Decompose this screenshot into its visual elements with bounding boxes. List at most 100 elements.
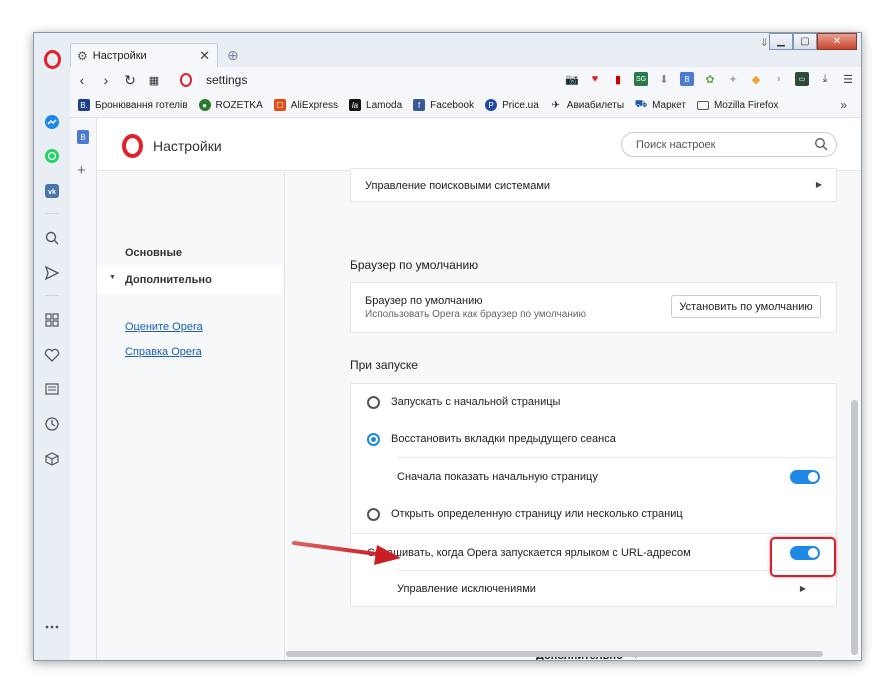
bookmark-item[interactable]: ● ROZETKA — [198, 99, 263, 111]
horizontal-scrollbar[interactable] — [286, 651, 853, 658]
plane-icon: ✈ — [551, 99, 560, 111]
extension-red-icon[interactable]: ▮ — [611, 72, 625, 86]
opera-sidebar: vk — [34, 33, 70, 660]
bookmark-item[interactable]: ⛟ Маркет — [635, 99, 686, 111]
bookmark-item[interactable]: ☐ AliExpress — [273, 99, 338, 111]
startup-option-start-page[interactable]: Запускать с начальной страницы — [351, 391, 836, 413]
tab-menu-icon[interactable]: ⇓ — [760, 36, 769, 49]
downloads-icon[interactable]: ⤓ — [818, 72, 832, 86]
vk-icon[interactable]: vk — [43, 182, 61, 200]
default-browser-card: Браузер по умолчанию Использовать Opera … — [350, 282, 837, 333]
chevron-right-icon: ▶ — [799, 584, 806, 593]
url-field[interactable]: settings — [206, 73, 247, 87]
bookmark-item[interactable]: Mozilla Firefox — [696, 100, 778, 111]
workspace-column: B + — [70, 118, 97, 660]
history-clock-icon[interactable] — [43, 415, 61, 433]
heart-icon[interactable] — [43, 346, 61, 364]
hscroll-thumb[interactable] — [286, 651, 823, 657]
translate-icon[interactable]: B — [680, 72, 694, 86]
opera-help-link[interactable]: Справка Opera — [125, 346, 202, 358]
set-default-button[interactable]: Установить по умолчанию — [671, 295, 821, 318]
startup-option-specific[interactable]: Открыть определенную страницу или нескол… — [351, 503, 836, 525]
chevron-right-icon: ▶ — [815, 180, 822, 189]
back-button[interactable]: ‹ — [70, 72, 94, 88]
window-controls: ▁ ▢ ✕ — [769, 33, 857, 50]
close-window-button[interactable]: ✕ — [817, 33, 857, 50]
speed-dial-icon[interactable] — [43, 311, 61, 329]
nav-basic[interactable]: Основные — [125, 247, 182, 259]
translate-ext-icon[interactable]: B — [77, 130, 89, 144]
bookmark-item[interactable]: la Lamoda — [349, 99, 402, 111]
bookmark-item[interactable]: ✈ Авиабилеты — [550, 99, 624, 111]
annotation-arrow-icon — [292, 541, 401, 565]
android-icon[interactable]: ✿ — [703, 72, 717, 86]
shield-ext-icon[interactable]: ◗ — [772, 72, 786, 86]
rozetka-icon: ● — [198, 99, 211, 111]
annotation-highlight-box — [770, 537, 836, 577]
manage-exceptions-row[interactable]: Управление исключениями — [351, 578, 836, 600]
bookmark-item[interactable]: f Facebook — [413, 99, 474, 111]
vertical-scrollbar[interactable] — [851, 172, 858, 655]
screen-ext-icon[interactable]: ▭ — [795, 72, 809, 86]
easy-setup-icon[interactable]: ☰ — [841, 72, 855, 86]
cart-icon: ⛟ — [634, 98, 648, 110]
priceua-icon: P — [485, 99, 498, 111]
folder-icon — [696, 100, 709, 110]
settings-header: Настройки Поиск настроек — [97, 118, 861, 171]
show-start-page-toggle[interactable] — [790, 470, 820, 484]
gear-icon: ⚙ — [77, 48, 88, 63]
reload-button[interactable]: ↻ — [118, 72, 142, 89]
puzzle-icon[interactable]: ✦ — [726, 72, 740, 86]
nav-advanced[interactable]: Дополнительно — [125, 274, 212, 286]
camera-icon[interactable]: 📷 — [565, 72, 579, 86]
settings-left-nav: Основные ▼ Дополнительно Оцените Opera С… — [97, 172, 285, 660]
tab-settings[interactable]: ⚙ Настройки ✕ — [70, 43, 218, 67]
maximize-button[interactable]: ▢ — [793, 33, 817, 50]
radio-restore-tabs[interactable] — [367, 432, 380, 446]
add-icon[interactable]: + — [77, 162, 86, 179]
rate-opera-link[interactable]: Оцените Opera — [125, 321, 203, 333]
startup-option-restore[interactable]: Восстановить вкладки предыдущего сеанса — [351, 428, 836, 450]
new-tab-icon[interactable]: ⊕ — [227, 47, 239, 64]
whatsapp-icon[interactable] — [43, 147, 61, 165]
minimize-button[interactable]: ▁ — [769, 33, 793, 50]
opera-menu-icon[interactable] — [44, 50, 61, 69]
heart-bookmark-icon[interactable]: ♥ — [588, 72, 602, 86]
tabs-grid-icon[interactable]: ▦ — [142, 74, 166, 87]
toolbar-icons: 📷 ♥ ▮ SG ⬇ B ✿ ✦ ◆ ◗ ▭ ⤓ ☰ — [565, 72, 855, 86]
opera-logo-icon — [122, 134, 143, 158]
browser-window: vk ⚙ Настройки ✕ ⊕ ⇓ ▁ ▢ ✕ ‹ › ↻ ▦ setti… — [33, 32, 862, 661]
address-bar: ‹ › ↻ ▦ settings 📷 ♥ ▮ SG ⬇ B ✿ ✦ ◆ ◗ ▭ … — [70, 67, 861, 93]
download-arrow-icon[interactable]: ⬇ — [657, 72, 671, 86]
startup-card: Запускать с начальной страницы Восстанов… — [350, 383, 837, 607]
page-title: Настройки — [153, 138, 222, 154]
more-dots-icon[interactable] — [43, 618, 61, 636]
ask-url-row: Спрашивать, когда Opera запускается ярлы… — [367, 547, 691, 559]
svg-text:vk: vk — [48, 189, 56, 196]
send-icon[interactable] — [43, 264, 61, 282]
scrollbar-thumb[interactable] — [851, 400, 858, 655]
caret-down-icon: ▼ — [109, 274, 116, 281]
search-engines-card: Управление поисковыми системами ▶ — [350, 168, 837, 202]
bookmark-item[interactable]: B. Бронювання готелів — [78, 99, 188, 111]
search-icon[interactable] — [43, 229, 61, 247]
extension-sg-icon[interactable]: SG — [634, 72, 648, 86]
bookmark-item[interactable]: P Price.ua — [485, 99, 539, 111]
forward-button[interactable]: › — [94, 72, 118, 88]
radio-specific-pages[interactable] — [367, 507, 380, 521]
search-placeholder: Поиск настроек — [636, 138, 716, 151]
messenger-icon[interactable] — [43, 113, 61, 131]
settings-search-input[interactable]: Поиск настроек — [621, 132, 837, 157]
radio-start-page[interactable] — [367, 395, 380, 409]
bookmarks-more-icon[interactable]: » — [840, 98, 847, 112]
aliexpress-icon: ☐ — [273, 99, 286, 111]
opera-url-icon — [180, 73, 192, 87]
news-icon[interactable] — [43, 380, 61, 398]
default-browser-title: Браузер по умолчанию — [350, 258, 479, 272]
close-tab-icon[interactable]: ✕ — [199, 48, 210, 64]
show-start-page-row: Сначала показать начальную страницу — [397, 471, 598, 483]
honey-icon[interactable]: ◆ — [749, 72, 763, 86]
search-icon — [815, 138, 828, 151]
extensions-cube-icon[interactable] — [43, 450, 61, 468]
manage-search-engines-row[interactable]: Управление поисковыми системами — [351, 175, 836, 197]
